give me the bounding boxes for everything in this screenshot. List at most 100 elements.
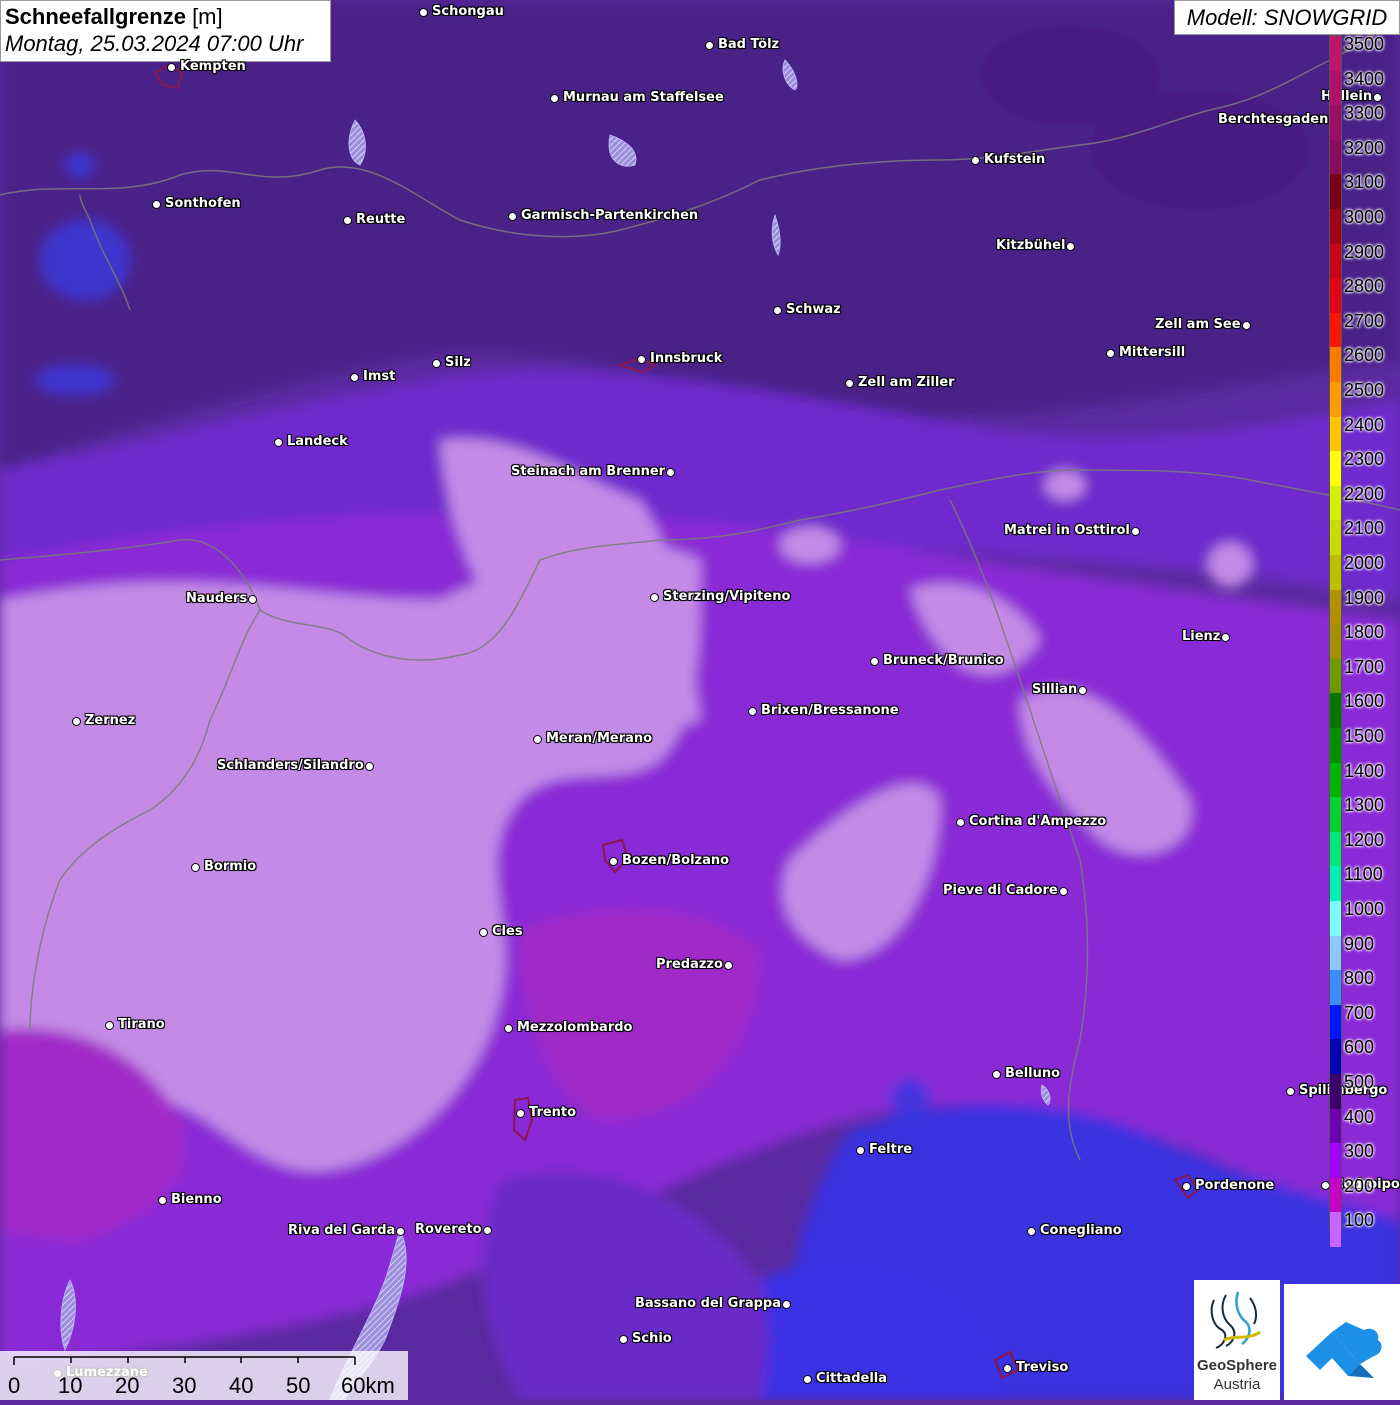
city-marker xyxy=(666,468,675,477)
city-label: Garmisch-Partenkirchen xyxy=(521,208,699,223)
city-label: Mezzolombardo xyxy=(517,1020,633,1035)
scale-tick-label: 60km xyxy=(341,1373,395,1398)
legend-color-swatch xyxy=(1330,762,1341,798)
legend-level-label: 400 xyxy=(1344,1106,1375,1127)
mountain-cloud-icon xyxy=(1306,1322,1382,1378)
city-marker xyxy=(1003,1364,1012,1373)
legend-color-swatch xyxy=(1330,1039,1341,1075)
legend-level-label: 2100 xyxy=(1344,518,1385,539)
legend-level-label: 1000 xyxy=(1344,899,1385,919)
legend-level-label: 300 xyxy=(1344,1141,1375,1162)
legend-level-label: 1300 xyxy=(1344,795,1385,816)
legend-level-label: 2600 xyxy=(1344,345,1385,366)
scale-tick-label: 40 xyxy=(229,1373,254,1398)
legend-color-swatch xyxy=(1330,693,1341,729)
city-label: Riva del Garda xyxy=(288,1223,396,1238)
city-marker xyxy=(1106,349,1115,358)
city-marker xyxy=(992,1070,1001,1079)
legend-level-label: 2400 xyxy=(1344,414,1385,435)
legend-level-label: 100 xyxy=(1344,1210,1375,1231)
map-datetime: Montag, 25.03.2024 07:00 Uhr xyxy=(5,31,304,56)
city-marker xyxy=(72,717,81,726)
city-marker xyxy=(533,735,542,744)
city-label: Cles xyxy=(492,924,523,939)
city-label: Tirano xyxy=(118,1017,165,1032)
legend-color-swatch xyxy=(1330,866,1341,902)
city-marker xyxy=(1131,527,1140,536)
city-label: Kempten xyxy=(180,59,246,74)
scale-tick-label: 10 xyxy=(58,1373,83,1398)
city-label: Bozen/Bolzano xyxy=(622,853,730,868)
legend-color-swatch xyxy=(1330,970,1341,1006)
city-marker xyxy=(748,707,757,716)
geosphere-logo-line2: Austria xyxy=(1213,1376,1261,1393)
city-label: Murnau am Staffelsee xyxy=(563,90,724,105)
city-label: Conegliano xyxy=(1040,1223,1122,1238)
city-label: Kitzbühel xyxy=(996,238,1066,253)
legend-color-swatch xyxy=(1330,901,1341,937)
city-label: Pordenone xyxy=(1195,1178,1275,1193)
city-marker xyxy=(105,1021,114,1030)
geosphere-emblem-icon xyxy=(1210,1291,1261,1349)
legend-level-label: 1600 xyxy=(1344,691,1385,712)
city-label: Mittersill xyxy=(1119,345,1186,360)
city-marker xyxy=(1182,1182,1191,1191)
legend-level-label: 2900 xyxy=(1344,241,1385,262)
city-label: Bormio xyxy=(204,859,257,874)
city-label: Meran/Merano xyxy=(546,731,653,746)
city-label: Innsbruck xyxy=(650,351,723,366)
city-marker xyxy=(191,863,200,872)
legend-level-label: 600 xyxy=(1344,1037,1375,1058)
legend-level-label: 3200 xyxy=(1344,137,1385,158)
legend-color-swatch xyxy=(1330,347,1341,383)
map-title-unit: [m] xyxy=(185,4,223,29)
city-marker xyxy=(1059,887,1068,896)
city-label: Sonthofen xyxy=(165,196,241,211)
city-label: Bruneck/Brunico xyxy=(883,653,1004,668)
legend-color-swatch xyxy=(1330,1108,1341,1144)
legend-level-label: 3100 xyxy=(1344,172,1385,193)
city-label: Reutte xyxy=(356,212,406,227)
legend-level-label: 3500 xyxy=(1344,34,1385,54)
city-label: Predazzo xyxy=(656,957,723,972)
city-marker xyxy=(782,1300,791,1309)
city-marker xyxy=(1221,633,1230,642)
legend-color-swatch xyxy=(1330,555,1341,591)
legend-color-swatch xyxy=(1330,36,1341,72)
legend-color-swatch xyxy=(1330,382,1341,418)
scale-tick-label: 20 xyxy=(115,1373,140,1398)
city-marker xyxy=(483,1226,492,1235)
city-label: Schwaz xyxy=(786,302,841,317)
legend-level-label: 2300 xyxy=(1344,449,1385,470)
city-label: Zell am Ziller xyxy=(858,375,955,390)
city-label: Imst xyxy=(363,369,396,384)
legend-level-label: 1400 xyxy=(1344,760,1385,781)
legend-color-swatch xyxy=(1330,451,1341,487)
secondary-logo[interactable] xyxy=(1284,1284,1400,1400)
scale-tick-label: 50 xyxy=(286,1373,311,1398)
city-marker xyxy=(396,1227,405,1236)
city-marker xyxy=(1027,1227,1036,1236)
city-marker xyxy=(1286,1087,1295,1096)
legend-color-swatch xyxy=(1330,312,1341,348)
legend-level-label: 1500 xyxy=(1344,726,1385,746)
city-marker xyxy=(650,593,659,602)
city-marker xyxy=(724,961,733,970)
legend-color-swatch xyxy=(1330,728,1341,764)
city-marker xyxy=(550,94,559,103)
legend-level-label: 900 xyxy=(1344,933,1375,954)
legend-color-swatch xyxy=(1330,278,1341,314)
geosphere-logo[interactable]: GeoSphere Austria xyxy=(1194,1280,1280,1400)
legend-level-label: 1100 xyxy=(1344,864,1383,885)
legend-level-label: 1900 xyxy=(1344,587,1385,608)
city-marker xyxy=(1242,321,1251,330)
geosphere-logo-line1: GeoSphere xyxy=(1196,1357,1278,1374)
legend-level-label: 700 xyxy=(1344,1002,1375,1023)
city-marker xyxy=(1373,93,1382,102)
legend-color-swatch xyxy=(1330,589,1341,625)
legend-color-swatch xyxy=(1330,105,1341,141)
legend-color-swatch xyxy=(1330,139,1341,175)
city-label: Schongau xyxy=(432,4,504,19)
city-label: Brixen/Bressanone xyxy=(761,703,899,718)
city-marker xyxy=(516,1109,525,1118)
